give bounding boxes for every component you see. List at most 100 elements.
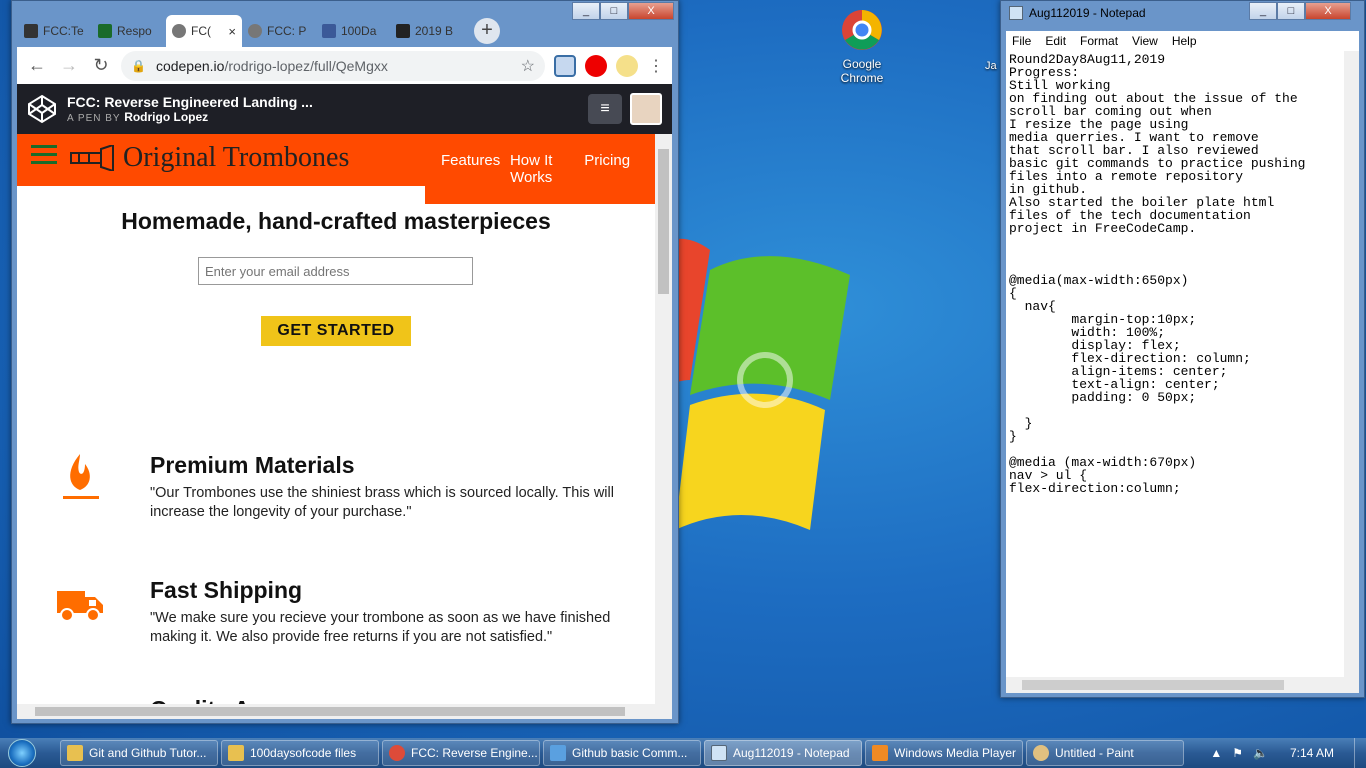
taskbar-item[interactable]: 100daysofcode files	[221, 740, 379, 766]
feature-title: Fast Shipping	[150, 577, 303, 603]
vertical-scrollbar[interactable]	[655, 134, 672, 704]
browser-tab-active[interactable]: FC( ×	[166, 15, 242, 47]
hero-title: Homemade, hand-crafted masterpieces	[121, 208, 551, 234]
feature-title-partial: Quality A	[150, 696, 250, 704]
nav-link-features[interactable]: Features	[441, 152, 500, 204]
taskbar-item-label: Windows Media Player	[894, 746, 1017, 760]
action-center-flag-icon[interactable]: ⚑	[1232, 746, 1243, 760]
notepad-icon	[711, 745, 727, 761]
vertical-scrollbar[interactable]	[1344, 51, 1359, 677]
folder-icon	[67, 745, 83, 761]
tab-label: FCC: P	[267, 24, 307, 38]
facebook-icon	[322, 24, 336, 38]
browser-tab[interactable]: FCC:Te	[18, 15, 92, 47]
chrome-window: _ □ X FCC:Te Respo FC( × FCC: P 100Da 20…	[11, 0, 679, 724]
nav-link-how-it-works[interactable]: How It Works	[500, 152, 562, 204]
pen-title: FCC: Reverse Engineered Landing ...	[67, 94, 313, 110]
volume-icon[interactable]: 🔈	[1253, 746, 1268, 760]
clock[interactable]: 7:14 AM	[1290, 746, 1334, 760]
start-button[interactable]	[0, 738, 44, 768]
adblock-extension-icon[interactable]	[585, 54, 607, 77]
tab-favicon-icon	[98, 24, 112, 38]
tab-label: Respo	[117, 24, 152, 38]
bookmark-star-icon[interactable]: ☆	[521, 56, 535, 76]
desktop-icon-label: Chrome	[840, 71, 884, 85]
taskbar-item-label: Untitled - Paint	[1055, 746, 1134, 760]
address-bar[interactable]: 🔒 codepen.io/rodrigo-lopez/full/QeMgxx ☆	[121, 50, 545, 81]
tab-label: 100Da	[341, 24, 377, 38]
taskbar-item[interactable]: Git and Github Tutor...	[60, 740, 218, 766]
minimize-button[interactable]: _	[1249, 2, 1277, 20]
system-tray: ▲ ⚑ 🔈 7:14 AM	[1200, 746, 1354, 760]
url-host: codepen.io	[155, 57, 225, 74]
windows-start-icon	[8, 739, 36, 767]
taskbar-item-active[interactable]: Aug112019 - Notepad	[704, 740, 862, 766]
maximize-button[interactable]: □	[1277, 2, 1305, 20]
truck-icon	[57, 591, 103, 622]
nav-link-pricing[interactable]: Pricing	[584, 152, 630, 204]
browser-tab[interactable]: 100Da	[316, 15, 390, 47]
back-arrow-icon[interactable]: ←	[25, 55, 49, 76]
horizontal-scrollbar[interactable]	[1006, 677, 1359, 693]
hamburger-menu-icon[interactable]	[25, 140, 63, 172]
lock-icon: 🔒	[131, 58, 146, 73]
tab-label: FCC:Te	[43, 24, 84, 38]
browser-tab[interactable]: Respo	[92, 15, 166, 47]
brand-name: Original Trombones	[123, 142, 350, 173]
change-view-button[interactable]: ≡	[588, 94, 622, 124]
desktop-icon-google-chrome[interactable]: Google Chrome	[827, 8, 897, 85]
window-title: Aug112019 - Notepad	[1029, 6, 1146, 20]
feature-description: "We make sure you recieve your trombone …	[150, 610, 611, 645]
desktop-icon-partial-label: Ja	[985, 60, 997, 72]
avatar[interactable]	[630, 93, 662, 125]
more-menu-icon[interactable]: ⋮	[648, 56, 664, 76]
taskbar-item[interactable]: Windows Media Player	[865, 740, 1023, 766]
notepad-titlebar: Aug112019 - Notepad	[1009, 6, 1146, 20]
fire-icon	[63, 454, 99, 499]
close-button[interactable]: X	[1305, 2, 1351, 20]
taskbar-item[interactable]: FCC: Reverse Engine...	[382, 740, 540, 766]
codepen-logo-icon	[28, 94, 56, 124]
brand-logo[interactable]: Original Trombones	[69, 142, 349, 174]
taskbar-item-label: FCC: Reverse Engine...	[411, 746, 538, 760]
menu-file[interactable]: File	[1012, 31, 1031, 51]
menu-help[interactable]: Help	[1172, 31, 1197, 51]
menu-format[interactable]: Format	[1080, 31, 1118, 51]
tab-label: FC(	[191, 24, 211, 38]
paint-icon	[1033, 745, 1049, 761]
shield-extension-icon[interactable]	[554, 54, 576, 77]
feature-title: Premium Materials	[150, 452, 355, 478]
taskbar-item[interactable]: Untitled - Paint	[1026, 740, 1184, 766]
get-started-button[interactable]: GET STARTED	[261, 316, 411, 346]
windows-flag-wallpaper	[670, 238, 850, 530]
email-input[interactable]	[198, 257, 473, 285]
folder-icon	[228, 745, 244, 761]
tab-strip: FCC:Te Respo FC( × FCC: P 100Da 2019 B +	[18, 15, 673, 47]
menu-edit[interactable]: Edit	[1045, 31, 1066, 51]
show-desktop-button[interactable]	[1354, 738, 1366, 768]
extension-icon[interactable]	[616, 54, 638, 77]
globe-icon	[248, 24, 262, 38]
media-player-icon	[872, 745, 888, 761]
chrome-icon	[389, 745, 405, 761]
close-tab-icon[interactable]: ×	[228, 24, 236, 39]
browser-tab[interactable]: 2019 B	[390, 15, 464, 47]
text-editor-area[interactable]: Round2Day8Aug11,2019 Progress: Still wor…	[1006, 51, 1344, 677]
tab-label: 2019 B	[415, 24, 454, 38]
browser-tab[interactable]: FCC: P	[242, 15, 316, 47]
show-hidden-icons-icon[interactable]: ▲	[1210, 746, 1222, 760]
trombone-icon	[70, 145, 114, 171]
forward-arrow-icon[interactable]: →	[57, 55, 81, 76]
taskbar-item-label: Aug112019 - Notepad	[733, 746, 850, 760]
codepen-header: FCC: Reverse Engineered Landing ... A PE…	[17, 84, 672, 134]
reload-icon[interactable]: ↻	[89, 55, 113, 76]
menu-view[interactable]: View	[1132, 31, 1158, 51]
url-path: /rodrigo-lopez/full/QeMgxx	[224, 57, 388, 74]
taskbar-item-label: Git and Github Tutor...	[89, 746, 207, 760]
horizontal-scrollbar[interactable]	[17, 704, 672, 719]
taskbar-item[interactable]: Github basic Comm...	[543, 740, 701, 766]
window-controls: _ □ X	[1249, 2, 1351, 20]
taskbar-item-label: 100daysofcode files	[250, 746, 357, 760]
pen-author[interactable]: Rodrigo Lopez	[124, 110, 208, 124]
new-tab-button[interactable]: +	[474, 18, 500, 44]
